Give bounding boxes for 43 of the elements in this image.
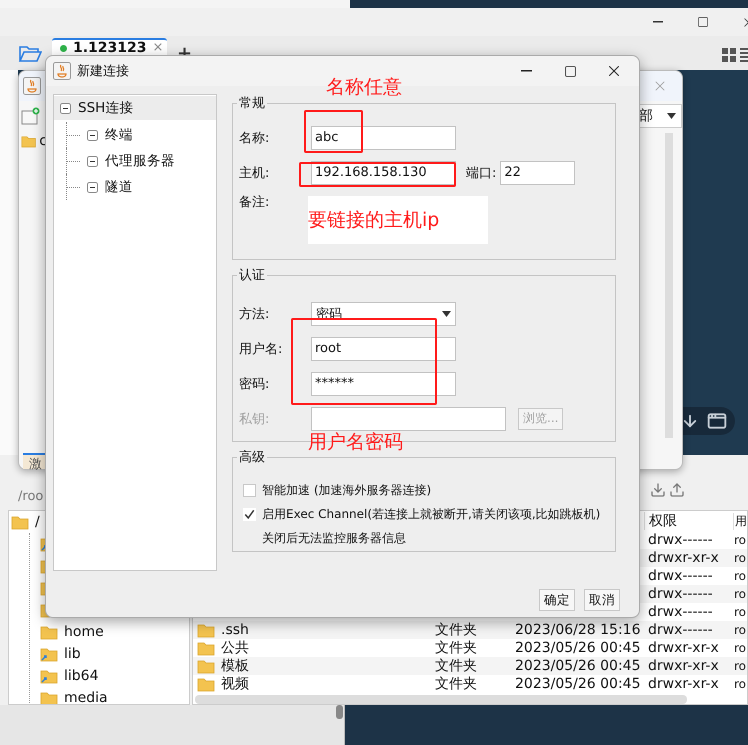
group-title: 认证: [238, 267, 266, 284]
annotation-text: 用户名密码: [308, 430, 403, 455]
field-label: 方法:: [239, 306, 270, 322]
table-cell: ro: [733, 551, 747, 565]
option-label: 智能加速 (加速海外服务器连接): [262, 482, 432, 498]
table-cell-text: 文件夹: [434, 639, 478, 657]
table-cell-text: drwx------: [647, 568, 714, 584]
field-label: 私钥:: [239, 410, 270, 428]
table-cell-text: 文件夹: [434, 621, 478, 639]
note-text: 关闭后无法监控服务器信息: [261, 530, 407, 546]
table-cell: ro: [733, 641, 747, 655]
field-label: 主机:: [239, 164, 270, 182]
table-cell: ro: [733, 605, 747, 619]
annotation-text: 要链接的主机ip: [308, 196, 488, 244]
table-cell-text: drwxr-xr-x: [647, 550, 720, 566]
option-label: 启用Exec Channel(若连接上就被断开,请关闭该项,比如跳板机): [262, 506, 600, 522]
table-cell-text: drwx------: [647, 622, 714, 638]
table-cell-text: drwxr-xr-x: [647, 658, 720, 674]
group-title: 常规: [238, 95, 266, 112]
field-label: 用户名:: [239, 340, 284, 358]
table-cell-text: drwxr-xr-x: [647, 640, 720, 656]
table-cell-text: drwx------: [647, 604, 714, 620]
table-cell: ro: [733, 533, 747, 547]
group-title: 高级: [238, 449, 266, 466]
field-label: 名称:: [239, 130, 270, 146]
table-cell-text: drwxr-xr-x: [647, 676, 720, 692]
field-label: 端口:: [466, 164, 496, 182]
table-cell-text: drwx------: [647, 532, 714, 548]
table-cell: ro: [733, 659, 747, 673]
table-cell-text: drwx------: [647, 586, 714, 602]
table-cell-text: 2023/06/28 15:16: [514, 622, 642, 638]
table-cell-text: 2023/05/26 00:45: [514, 658, 642, 674]
table-cell-text: 文件夹: [434, 675, 478, 693]
table-cell-text: 2023/05/26 00:45: [514, 640, 642, 656]
annotation-text: 名称任意: [326, 75, 402, 100]
field-label: 密码:: [239, 376, 270, 392]
table-cell: ro: [733, 677, 747, 691]
table-cell: ro: [733, 587, 747, 601]
field-label: 备注:: [239, 194, 270, 211]
table-cell: ro: [733, 623, 747, 637]
table-cell: ro: [733, 569, 747, 583]
table-cell-text: 2023/05/26 00:45: [514, 676, 642, 692]
table-cell-text: 文件夹: [434, 657, 478, 675]
